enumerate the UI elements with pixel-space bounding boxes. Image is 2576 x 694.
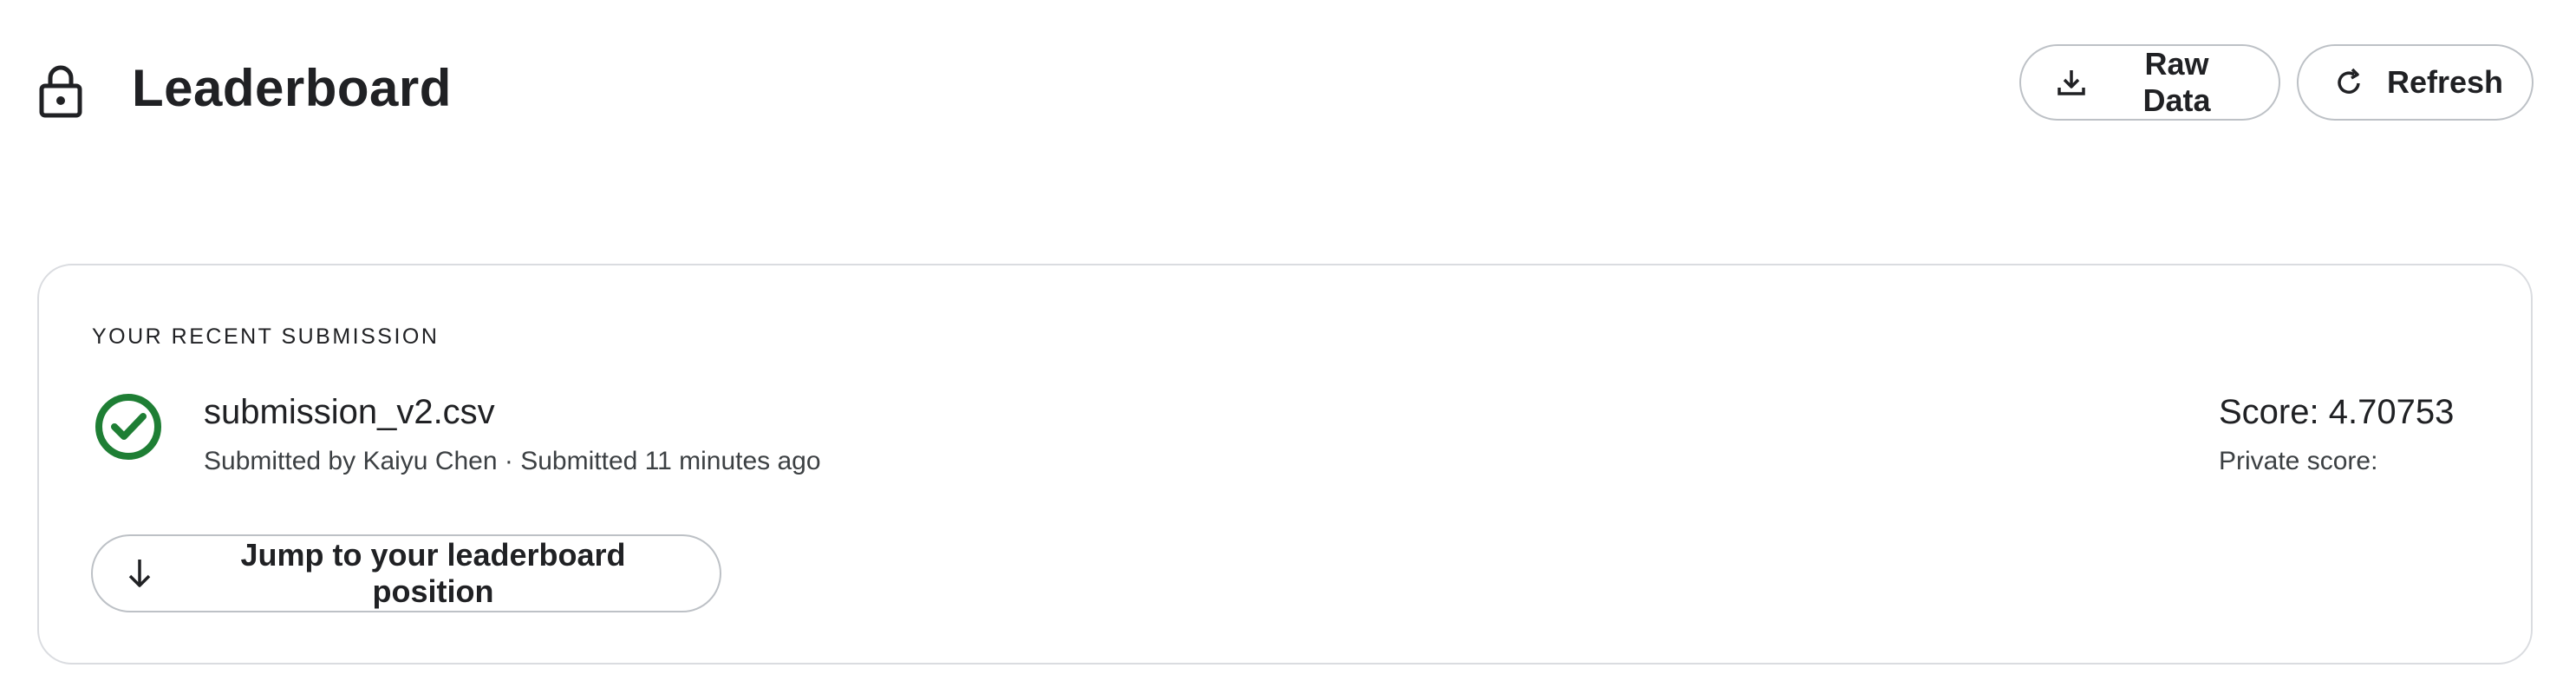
submitter-name: Kaiyu Chen [362, 447, 498, 475]
score-value: 4.70753 [2328, 393, 2455, 431]
private-score: Private score: [2219, 444, 2479, 479]
private-score-label: Private score: [2219, 447, 2378, 475]
jump-button-label: Jump to your leaderboard position [240, 537, 626, 609]
submission-file-name: submission_v2.csv [204, 393, 495, 431]
card-heading: YOUR RECENT SUBMISSION [92, 324, 440, 349]
refresh-label: Refresh [2387, 64, 2504, 100]
lock-icon [39, 65, 82, 118]
page-title: Leaderboard [132, 59, 452, 117]
submitted-time: Submitted 11 minutes ago [520, 447, 821, 475]
refresh-button[interactable]: Refresh [2297, 44, 2534, 121]
submitted-by-label: Submitted by [204, 447, 356, 475]
download-icon [2058, 70, 2085, 95]
refresh-icon [2338, 68, 2360, 94]
arrow-down-icon [128, 560, 151, 587]
recent-submission-card: YOUR RECENT SUBMISSION submission_v2.csv… [37, 264, 2533, 665]
raw-data-label: Raw Data [2142, 46, 2211, 118]
meta-separator: · [504, 447, 513, 475]
submission-meta: Submitted by Kaiyu Chen · Submitted 11 m… [204, 444, 821, 479]
jump-to-position-button[interactable]: Jump to your leaderboard position [91, 534, 721, 612]
score-label: Score: [2219, 393, 2319, 431]
raw-data-button[interactable]: Raw Data [2019, 44, 2280, 121]
check-circle-icon [95, 394, 161, 460]
leaderboard-page: Leaderboard Raw Data Refresh YOUR RECENT… [0, 0, 2576, 694]
public-score: Score: 4.70753 [2219, 390, 2479, 435]
